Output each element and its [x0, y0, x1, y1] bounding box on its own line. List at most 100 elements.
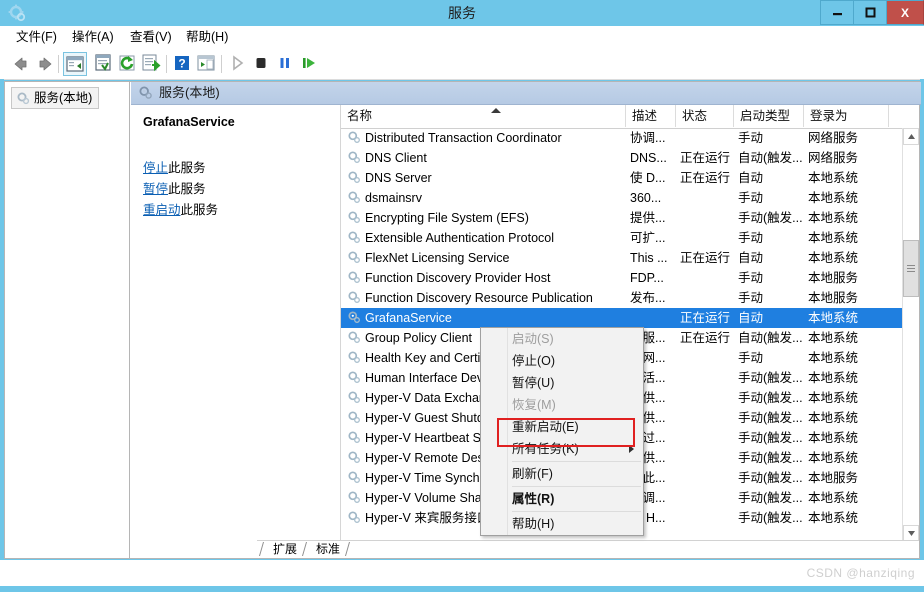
cell-status: 正在运行 [680, 251, 731, 265]
service-gear-icon [347, 450, 361, 467]
forward-icon[interactable] [34, 52, 58, 76]
svg-text:?: ? [178, 57, 185, 71]
column-header-startup-type[interactable]: 启动类型 [734, 105, 804, 127]
stop-link-suffix: 此服务 [168, 161, 206, 175]
console-tree-pane: 服务(本地) [5, 82, 130, 558]
menu-view[interactable]: 查看(V) [124, 29, 178, 46]
cell-log-on-as: 本地服务 [808, 271, 859, 285]
context-menu-item-label: 属性(R) [512, 492, 555, 506]
context-menu-item-label: 帮助(H) [512, 517, 555, 531]
context-menu[interactable]: 启动(S) 停止(O) 暂停(U) 恢复(M) 重新启动(E) 所有任务(K) 刷新(F) 属… [480, 327, 644, 536]
pause-this-service-link[interactable]: 暂停此服务 [143, 178, 206, 197]
service-details-panel: GrafanaService 停止此服务 暂停此服务 重启动此服务 [131, 105, 339, 542]
cell-service-name: DNS Client [365, 151, 427, 165]
column-header-log-on-as[interactable]: 登录为 [804, 105, 889, 127]
menu-action[interactable]: 操作(A) [66, 29, 120, 46]
column-header-status[interactable]: 状态 [676, 105, 734, 127]
restart-link-text[interactable]: 重启动 [143, 203, 181, 217]
cell-log-on-as: 本地系统 [808, 491, 859, 505]
table-row[interactable]: FlexNet Licensing Service This ... 正在运行 自动 本… [341, 248, 902, 268]
cell-log-on-as: 本地系统 [808, 351, 859, 365]
cell-description: This ... [630, 251, 668, 265]
stop-link-text[interactable]: 停止 [143, 161, 168, 175]
cell-startup-type: 手动(触发... [738, 491, 803, 505]
pause-link-suffix: 此服务 [168, 182, 206, 196]
menu-file[interactable]: 文件(F) [10, 29, 63, 46]
stop-this-service-link[interactable]: 停止此服务 [143, 157, 206, 176]
cell-log-on-as: 网络服务 [808, 151, 859, 165]
menu-bar: 文件(F) 操作(A) 查看(V) 帮助(H) [0, 26, 924, 50]
tree-node-services-local[interactable]: 服务(本地) [11, 87, 100, 109]
table-row[interactable]: Function Discovery Provider Host FDP... 手动… [341, 268, 902, 288]
ctx-refresh[interactable]: 刷新(F) [481, 463, 643, 485]
cell-startup-type: 手动 [738, 191, 764, 205]
help-icon[interactable]: ? [171, 52, 195, 76]
column-header-name[interactable]: 名称 [341, 105, 626, 127]
restart-service-icon[interactable] [298, 52, 322, 76]
cell-startup-type: 手动(触发... [738, 511, 803, 525]
cell-log-on-as: 本地系统 [808, 311, 859, 325]
maximize-button[interactable] [853, 0, 886, 25]
ctx-help[interactable]: 帮助(H) [481, 513, 643, 535]
cell-service-name: GrafanaService [365, 311, 452, 325]
pause-link-text[interactable]: 暂停 [143, 182, 168, 196]
restart-link-suffix: 此服务 [180, 203, 219, 217]
cell-status [680, 508, 738, 528]
column-header-label: 描述 [632, 109, 658, 123]
cell-description: 协调... [630, 131, 666, 145]
cell-startup-type: 自动 [738, 171, 764, 185]
service-gear-icon [347, 130, 361, 147]
column-header-label: 状态 [682, 109, 708, 123]
table-row[interactable]: DNS Server 使 D... 正在运行 自动 本地系统 [341, 168, 902, 188]
ctx-restart[interactable]: 重新启动(E) [481, 416, 643, 438]
cell-service-name: Distributed Transaction Coordinator [365, 131, 562, 145]
ctx-properties[interactable]: 属性(R) [481, 488, 643, 510]
show-console-icon[interactable] [195, 52, 219, 76]
service-gear-icon [347, 390, 361, 407]
cell-service-name: Extensible Authentication Protocol [365, 231, 555, 245]
tab-standard[interactable]: 标准 [308, 541, 348, 557]
cell-status [680, 288, 738, 308]
service-gear-icon [347, 290, 361, 307]
export-list-icon[interactable] [140, 52, 164, 76]
service-gear-icon [347, 490, 361, 507]
cell-description: 发布... [630, 291, 666, 305]
cell-startup-type: 手动(触发... [738, 411, 803, 425]
scrollbar-track[interactable] [903, 145, 919, 525]
table-row[interactable]: DNS Client DNS... 正在运行 自动(触发... 网络服务 [341, 148, 902, 168]
table-row[interactable]: GrafanaService 正在运行 自动 本地系统 [341, 308, 902, 328]
menu-help[interactable]: 帮助(H) [180, 29, 234, 46]
close-button[interactable]: X [886, 0, 924, 25]
scroll-up-icon[interactable] [903, 128, 919, 145]
minimize-button[interactable] [820, 0, 853, 25]
table-row[interactable]: Distributed Transaction Coordinator 协调...… [341, 128, 902, 148]
scrollbar-thumb[interactable] [903, 240, 919, 297]
ctx-stop[interactable]: 停止(O) [481, 350, 643, 372]
cell-service-name: Encrypting File System (EFS) [365, 211, 529, 225]
vertical-scrollbar[interactable] [902, 128, 919, 542]
cell-service-name: dsmainsrv [365, 191, 422, 205]
stop-service-icon[interactable] [250, 52, 274, 76]
cell-description: 360... [630, 191, 662, 205]
table-row[interactable]: dsmainsrv 360... 手动 本地系统 [341, 188, 902, 208]
cell-description: DNS... [630, 151, 667, 165]
show-tree-icon[interactable] [63, 52, 87, 76]
context-menu-separator [512, 461, 641, 462]
column-header-description[interactable]: 描述 [626, 105, 676, 127]
ctx-all-tasks[interactable]: 所有任务(K) [481, 438, 643, 460]
service-gear-icon [347, 170, 361, 187]
table-row[interactable]: Function Discovery Resource Publication 发… [341, 288, 902, 308]
table-row[interactable]: Encrypting File System (EFS) 提供... 手动(触发..… [341, 208, 902, 228]
cell-startup-type: 手动(触发... [738, 471, 803, 485]
ctx-pause[interactable]: 暂停(U) [481, 372, 643, 394]
cell-startup-type: 手动 [738, 131, 764, 145]
properties-icon[interactable] [92, 52, 116, 76]
back-icon[interactable] [8, 52, 32, 76]
tab-extended[interactable]: 扩展 [265, 541, 305, 557]
table-row[interactable]: Extensible Authentication Protocol 可扩... 手… [341, 228, 902, 248]
refresh-icon[interactable] [116, 52, 140, 76]
service-gear-icon [347, 410, 361, 427]
cell-description: 提供... [630, 211, 666, 225]
restart-this-service-link[interactable]: 重启动此服务 [143, 199, 218, 218]
pause-service-icon[interactable] [274, 52, 298, 76]
